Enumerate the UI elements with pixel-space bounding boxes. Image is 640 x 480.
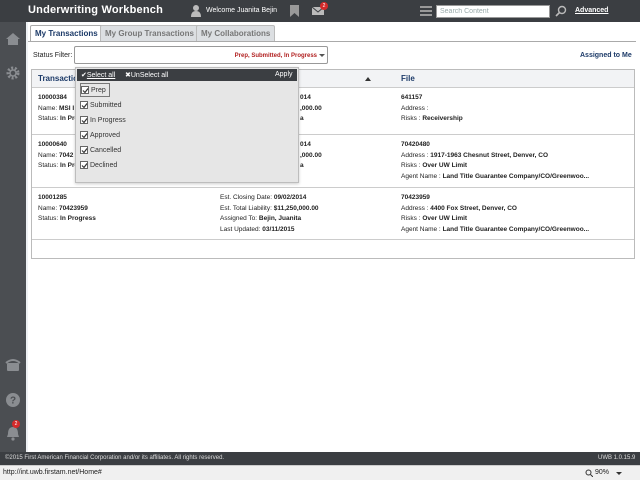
option-cancelled[interactable]: Cancelled	[80, 143, 121, 157]
option-in-progress[interactable]: In Progress	[80, 113, 126, 127]
zoom-icon[interactable]	[585, 469, 593, 477]
tab-my-group-transactions[interactable]: My Group Transactions	[100, 25, 199, 41]
dropdown-header: ✔Select all ✖UnSelect all Apply	[77, 69, 297, 81]
bookmark-icon[interactable]	[290, 5, 299, 17]
unselect-all-button[interactable]: ✖UnSelect all	[125, 71, 168, 79]
checkbox[interactable]	[80, 101, 88, 109]
option-approved[interactable]: Approved	[80, 128, 120, 142]
status-url: http://int.uwb.firstam.net/Home#	[3, 469, 102, 476]
footer: ©2015 First American Financial Corporati…	[0, 452, 640, 465]
status-filter-value: Prep, Submitted, In Progress	[234, 53, 317, 59]
svg-text:?: ?	[10, 396, 16, 407]
option-submitted[interactable]: Submitted	[80, 98, 122, 112]
assigned-to-me-link[interactable]: Assigned to Me	[580, 52, 632, 59]
help-button[interactable]: ?	[0, 387, 26, 413]
details-cell: Est. Closing Date: 09/02/2014 Est. Total…	[220, 194, 319, 233]
top-bar: Underwriting Workbench Welcome Juanita B…	[0, 0, 640, 22]
notifications-button[interactable]: 2	[0, 420, 26, 446]
browser-status-bar: http://int.uwb.firstam.net/Home# 90%	[0, 465, 640, 480]
checkbox[interactable]	[80, 131, 88, 139]
welcome-text: Welcome Juanita Bejin	[206, 7, 278, 14]
checkbox[interactable]	[80, 161, 88, 169]
column-header-file[interactable]: File	[401, 74, 415, 83]
transaction-cell: 10001285 Name: 70423959 Status: In Progr…	[38, 194, 96, 222]
tab-divider	[28, 41, 636, 42]
gear-icon	[6, 66, 20, 80]
file-cell: 70423959 Address : 4400 Fox Street, Denv…	[401, 194, 590, 233]
option-declined[interactable]: Declined	[80, 158, 117, 172]
home-icon	[6, 33, 20, 45]
file-cell: 641157 Address : Risks : Receivership	[401, 94, 463, 122]
app-window: Underwriting Workbench Welcome Juanita B…	[0, 0, 640, 480]
details-cell: 014 ,000.00 a	[300, 141, 322, 169]
notification-count-badge: 2	[12, 420, 20, 428]
search-input[interactable]	[436, 5, 550, 18]
search-icon[interactable]	[555, 5, 567, 17]
apply-button[interactable]: Apply	[275, 71, 293, 78]
sort-arrow-icon[interactable]	[365, 77, 371, 81]
details-cell: 014 ,000.00 a	[300, 94, 322, 122]
table-row[interactable]: 10001285 Name: 70423959 Status: In Progr…	[32, 189, 634, 240]
tab-my-transactions[interactable]: My Transactions	[30, 25, 103, 42]
app-title: Underwriting Workbench	[28, 4, 163, 16]
status-filter-label: Status Filter:	[33, 52, 73, 59]
mail-count-badge: 2	[320, 2, 328, 10]
chevron-down-icon[interactable]	[616, 472, 622, 475]
checkbox[interactable]	[80, 146, 88, 154]
option-prep[interactable]: Prep	[80, 83, 110, 97]
status-options-list: Prep Submitted In Progress Approved Canc…	[77, 82, 297, 182]
settings-button[interactable]	[0, 60, 26, 86]
contact-button[interactable]	[0, 352, 26, 378]
user-icon[interactable]	[190, 4, 202, 17]
status-filter-select[interactable]: Prep, Submitted, In Progress	[74, 46, 328, 64]
copyright-text: ©2015 First American Financial Corporati…	[5, 455, 225, 461]
chevron-down-icon	[319, 54, 325, 57]
zoom-level[interactable]: 90%	[595, 469, 609, 476]
menu-icon[interactable]	[420, 6, 432, 16]
checkbox[interactable]	[81, 86, 89, 94]
status-filter-dropdown: ✔Select all ✖UnSelect all Apply Prep Sub…	[75, 67, 299, 183]
file-cell: 70420480 Address : 1917-1963 Chesnut Str…	[401, 141, 590, 180]
transaction-cell: 10000640 Name: 7042 Status: In Pro	[38, 141, 79, 169]
home-button[interactable]	[0, 26, 26, 52]
left-sidebar: ? 2	[0, 22, 26, 452]
tab-my-collaborations[interactable]: My Collaborations	[196, 25, 276, 41]
help-icon: ?	[6, 393, 20, 407]
phone-icon	[5, 359, 21, 371]
version-text: UWB 1.0.15.9	[598, 455, 636, 461]
checkbox[interactable]	[80, 116, 88, 124]
select-all-button[interactable]: ✔Select all	[81, 71, 115, 79]
advanced-search-link[interactable]: Advanced	[575, 7, 608, 14]
